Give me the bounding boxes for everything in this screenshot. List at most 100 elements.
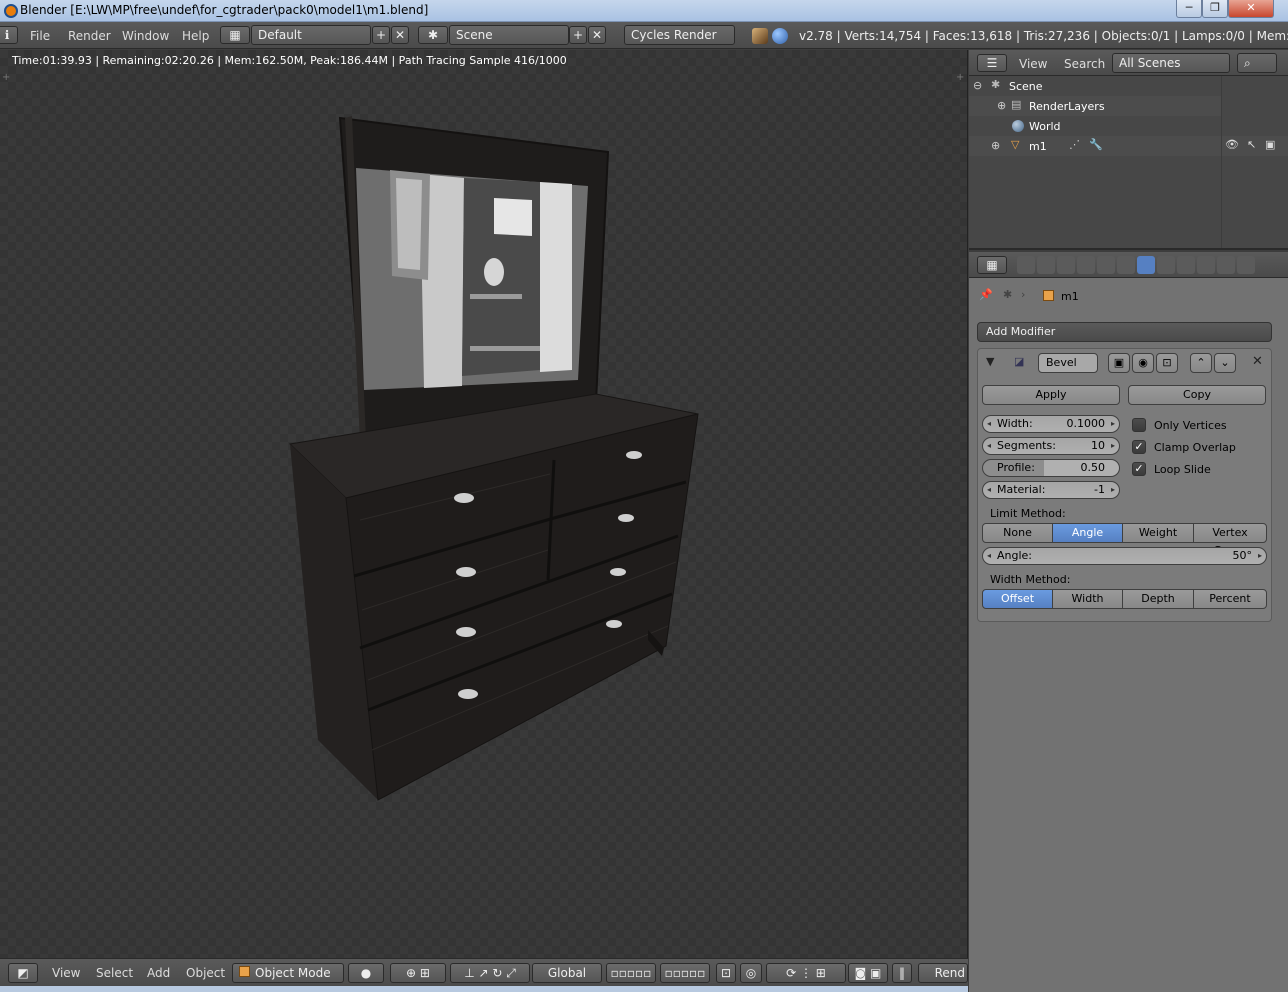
render-layer-button[interactable]: Rend: [918, 963, 968, 983]
width-percent-button[interactable]: Percent: [1193, 589, 1267, 609]
layers-row-2[interactable]: ▫▫▫▫▫: [660, 963, 710, 983]
increment-icon[interactable]: ▸: [1111, 482, 1115, 498]
width-depth-button[interactable]: Depth: [1122, 589, 1194, 609]
outliner-display-mode-select[interactable]: All Scenes: [1112, 53, 1230, 73]
outliner-menu-view[interactable]: View: [1019, 57, 1047, 71]
transform-orientation-select[interactable]: Global: [532, 963, 602, 983]
width-offset-button[interactable]: Offset: [982, 589, 1053, 609]
snap-settings-icons[interactable]: ⟳ ⋮ ⊞: [766, 963, 846, 983]
material-field[interactable]: ◂ Material: -1 ▸: [982, 481, 1120, 499]
outliner-menu-search[interactable]: Search: [1064, 57, 1105, 71]
renderability-camera-icon[interactable]: ▣: [1265, 138, 1275, 151]
layers-row-1[interactable]: ▫▫▫▫▫: [606, 963, 656, 983]
editor-type-icon[interactable]: ℹ: [0, 26, 18, 44]
tab-constraints-icon[interactable]: [1117, 256, 1135, 274]
expand-icon[interactable]: ⊕: [997, 99, 1006, 112]
increment-icon[interactable]: ▸: [1258, 548, 1262, 564]
collapse-panel-icon[interactable]: ▼: [986, 355, 994, 368]
limit-none-button[interactable]: None: [982, 523, 1053, 543]
show-viewport-icon[interactable]: ◉: [1132, 353, 1154, 373]
tab-data-icon[interactable]: [1157, 256, 1175, 274]
menu-render[interactable]: Render: [68, 29, 111, 43]
menu-add[interactable]: Add: [147, 966, 170, 980]
increment-icon[interactable]: ▸: [1111, 438, 1115, 454]
tab-particles-icon[interactable]: [1217, 256, 1235, 274]
proportional-edit-icon[interactable]: ◎: [740, 963, 762, 983]
tab-render-icon[interactable]: [1017, 256, 1035, 274]
pause-render-icon[interactable]: ‖: [892, 963, 912, 983]
visibility-eye-icon[interactable]: 👁: [1225, 138, 1239, 151]
modifier-name-field[interactable]: Bevel: [1038, 353, 1098, 373]
viewport-shading-select[interactable]: ●: [348, 963, 384, 983]
render-engine-select[interactable]: Cycles Render: [624, 25, 735, 45]
decrement-icon[interactable]: ◂: [987, 548, 991, 564]
menu-window[interactable]: Window: [122, 29, 169, 43]
segments-field[interactable]: ◂ Segments: 10 ▸: [982, 437, 1120, 455]
move-down-icon[interactable]: ⌄: [1214, 353, 1236, 373]
decrement-icon[interactable]: ◂: [987, 416, 991, 432]
scene-field[interactable]: Scene: [449, 25, 569, 45]
increment-icon[interactable]: ▸: [1111, 416, 1115, 432]
width-field[interactable]: ◂ Width: 0.1000 ▸: [982, 415, 1120, 433]
world-sphere-icon[interactable]: [772, 28, 788, 44]
maximize-button[interactable]: ❐: [1202, 0, 1228, 18]
tab-object-icon[interactable]: [1097, 256, 1115, 274]
remove-scene-button[interactable]: ✕: [588, 26, 606, 44]
limit-vertex-group-button[interactable]: Vertex Group: [1193, 523, 1267, 557]
outliner-row-renderlayers[interactable]: ⊕ ▤ RenderLayers: [969, 96, 1221, 116]
menu-file[interactable]: File: [30, 29, 50, 43]
decrement-icon[interactable]: ◂: [987, 482, 991, 498]
show-editmode-icon[interactable]: ⊡: [1156, 353, 1178, 373]
add-scene-button[interactable]: +: [569, 26, 587, 44]
add-modifier-select[interactable]: Add Modifier: [977, 322, 1272, 342]
pin-icon[interactable]: 📌: [979, 288, 993, 301]
opengl-render-icons[interactable]: ◙ ▣: [848, 963, 888, 983]
collapse-icon[interactable]: ⊖: [973, 79, 982, 92]
screen-layout-icon[interactable]: ▦: [220, 26, 250, 44]
menu-help[interactable]: Help: [182, 29, 209, 43]
limit-angle-button[interactable]: Angle: [1052, 523, 1123, 543]
selectability-cursor-icon[interactable]: ↖: [1247, 138, 1256, 151]
decrement-icon[interactable]: ◂: [987, 438, 991, 454]
move-up-icon[interactable]: ⌃: [1190, 353, 1212, 373]
manipulator-icons[interactable]: ⊥ ↗ ↻ ⤢: [450, 963, 530, 983]
properties-editor-type-icon[interactable]: ▦: [977, 256, 1007, 274]
tab-world-icon[interactable]: [1077, 256, 1095, 274]
editor-type-3dview-icon[interactable]: ◩: [8, 963, 38, 983]
pivot-point-select[interactable]: ⊕ ⊞: [390, 963, 446, 983]
outliner-editor-type-icon[interactable]: ☰: [977, 54, 1007, 72]
layer-lock-icon[interactable]: ⊡: [716, 963, 736, 983]
screen-layout-field[interactable]: Default: [251, 25, 371, 45]
tab-material-icon[interactable]: [1177, 256, 1195, 274]
show-render-icon[interactable]: ▣: [1108, 353, 1130, 373]
menu-view[interactable]: View: [52, 966, 80, 980]
menu-select[interactable]: Select: [96, 966, 133, 980]
loop-slide-checkbox[interactable]: ✓: [1132, 462, 1146, 476]
render-preview-icon[interactable]: [752, 28, 768, 44]
tab-render-layers-icon[interactable]: [1037, 256, 1055, 274]
angle-field[interactable]: ◂ Angle: 50° ▸: [982, 547, 1267, 565]
add-layout-button[interactable]: +: [372, 26, 390, 44]
3d-viewport[interactable]: Time:01:39.93 | Remaining:02:20.26 | Mem…: [0, 50, 968, 958]
corner-widget-tl[interactable]: +: [2, 72, 10, 83]
remove-layout-button[interactable]: ✕: [391, 26, 409, 44]
minimize-button[interactable]: ─: [1176, 0, 1202, 18]
remove-modifier-icon[interactable]: ✕: [1252, 354, 1263, 369]
apply-button[interactable]: Apply: [982, 385, 1120, 405]
tab-scene-icon[interactable]: [1057, 256, 1075, 274]
close-button[interactable]: ✕: [1228, 0, 1274, 18]
outliner-row-scene[interactable]: ⊖ ✱ Scene: [969, 76, 1221, 96]
profile-slider[interactable]: Profile: 0.50: [982, 459, 1120, 477]
expand-icon[interactable]: ⊕: [991, 139, 1000, 152]
corner-widget-tr[interactable]: +: [956, 72, 964, 83]
limit-weight-button[interactable]: Weight: [1122, 523, 1194, 543]
outliner-search-icon[interactable]: ⌕: [1237, 53, 1277, 73]
scene-icon[interactable]: ✱: [418, 26, 448, 44]
tab-texture-icon[interactable]: [1197, 256, 1215, 274]
outliner-row-world[interactable]: World: [969, 116, 1221, 136]
only-vertices-checkbox[interactable]: [1132, 418, 1146, 432]
width-width-button[interactable]: Width: [1052, 589, 1123, 609]
tab-modifiers-icon[interactable]: [1137, 256, 1155, 274]
copy-button[interactable]: Copy: [1128, 385, 1266, 405]
clamp-overlap-checkbox[interactable]: ✓: [1132, 440, 1146, 454]
